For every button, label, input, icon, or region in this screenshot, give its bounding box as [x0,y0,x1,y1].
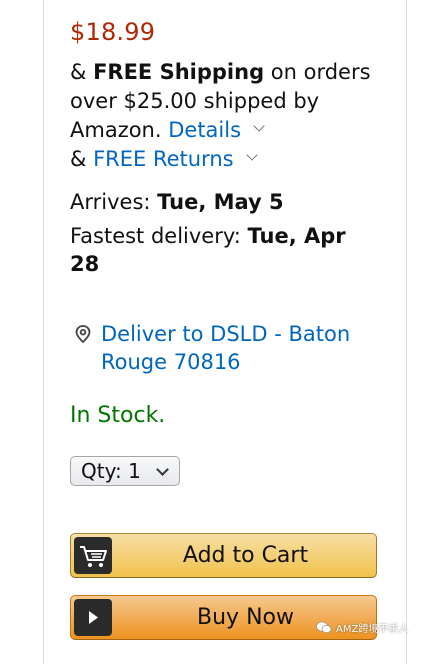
play-icon [74,599,112,636]
arrives-label: Arrives: [70,190,158,214]
location-pin-icon [75,325,91,343]
wechat-icon [316,621,332,634]
shipping-prefix: & [70,60,94,84]
add-to-cart-button[interactable]: Add to Cart [70,533,377,578]
details-link[interactable]: Details [168,118,241,142]
watermark: AMZ跨境不求人 [316,620,408,635]
arrival-date: Arrives: Tue, May 5 [70,188,284,217]
quantity-dropdown[interactable]: Qty: 1 [70,456,180,486]
stock-status: In Stock. [70,403,166,428]
qty-value: 1 [128,459,141,483]
returns-prefix: & [70,147,94,171]
add-to-cart-label: Add to Cart [182,543,309,568]
chevron-down-icon[interactable] [253,120,265,132]
fastest-delivery: Fastest delivery: Tue, Apr 28 [70,222,370,278]
arrives-value: Tue, May 5 [157,190,284,214]
qty-label: Qty: [81,459,129,483]
returns-info: & FREE Returns [70,145,258,174]
free-shipping-label: FREE Shipping [93,60,265,84]
price: $18.99 [70,18,156,46]
shipping-info: & FREE Shipping on orders over $25.00 sh… [70,58,390,145]
chevron-down-icon [156,463,169,476]
chevron-down-icon[interactable] [245,149,258,161]
cart-icon [74,537,112,574]
free-returns-link[interactable]: FREE Returns [93,147,234,171]
fastest-label: Fastest delivery: [70,224,248,248]
watermark-text: AMZ跨境不求人 [336,624,409,635]
deliver-to-link[interactable]: Deliver to DSLD - Baton Rouge 70816 [101,320,391,376]
